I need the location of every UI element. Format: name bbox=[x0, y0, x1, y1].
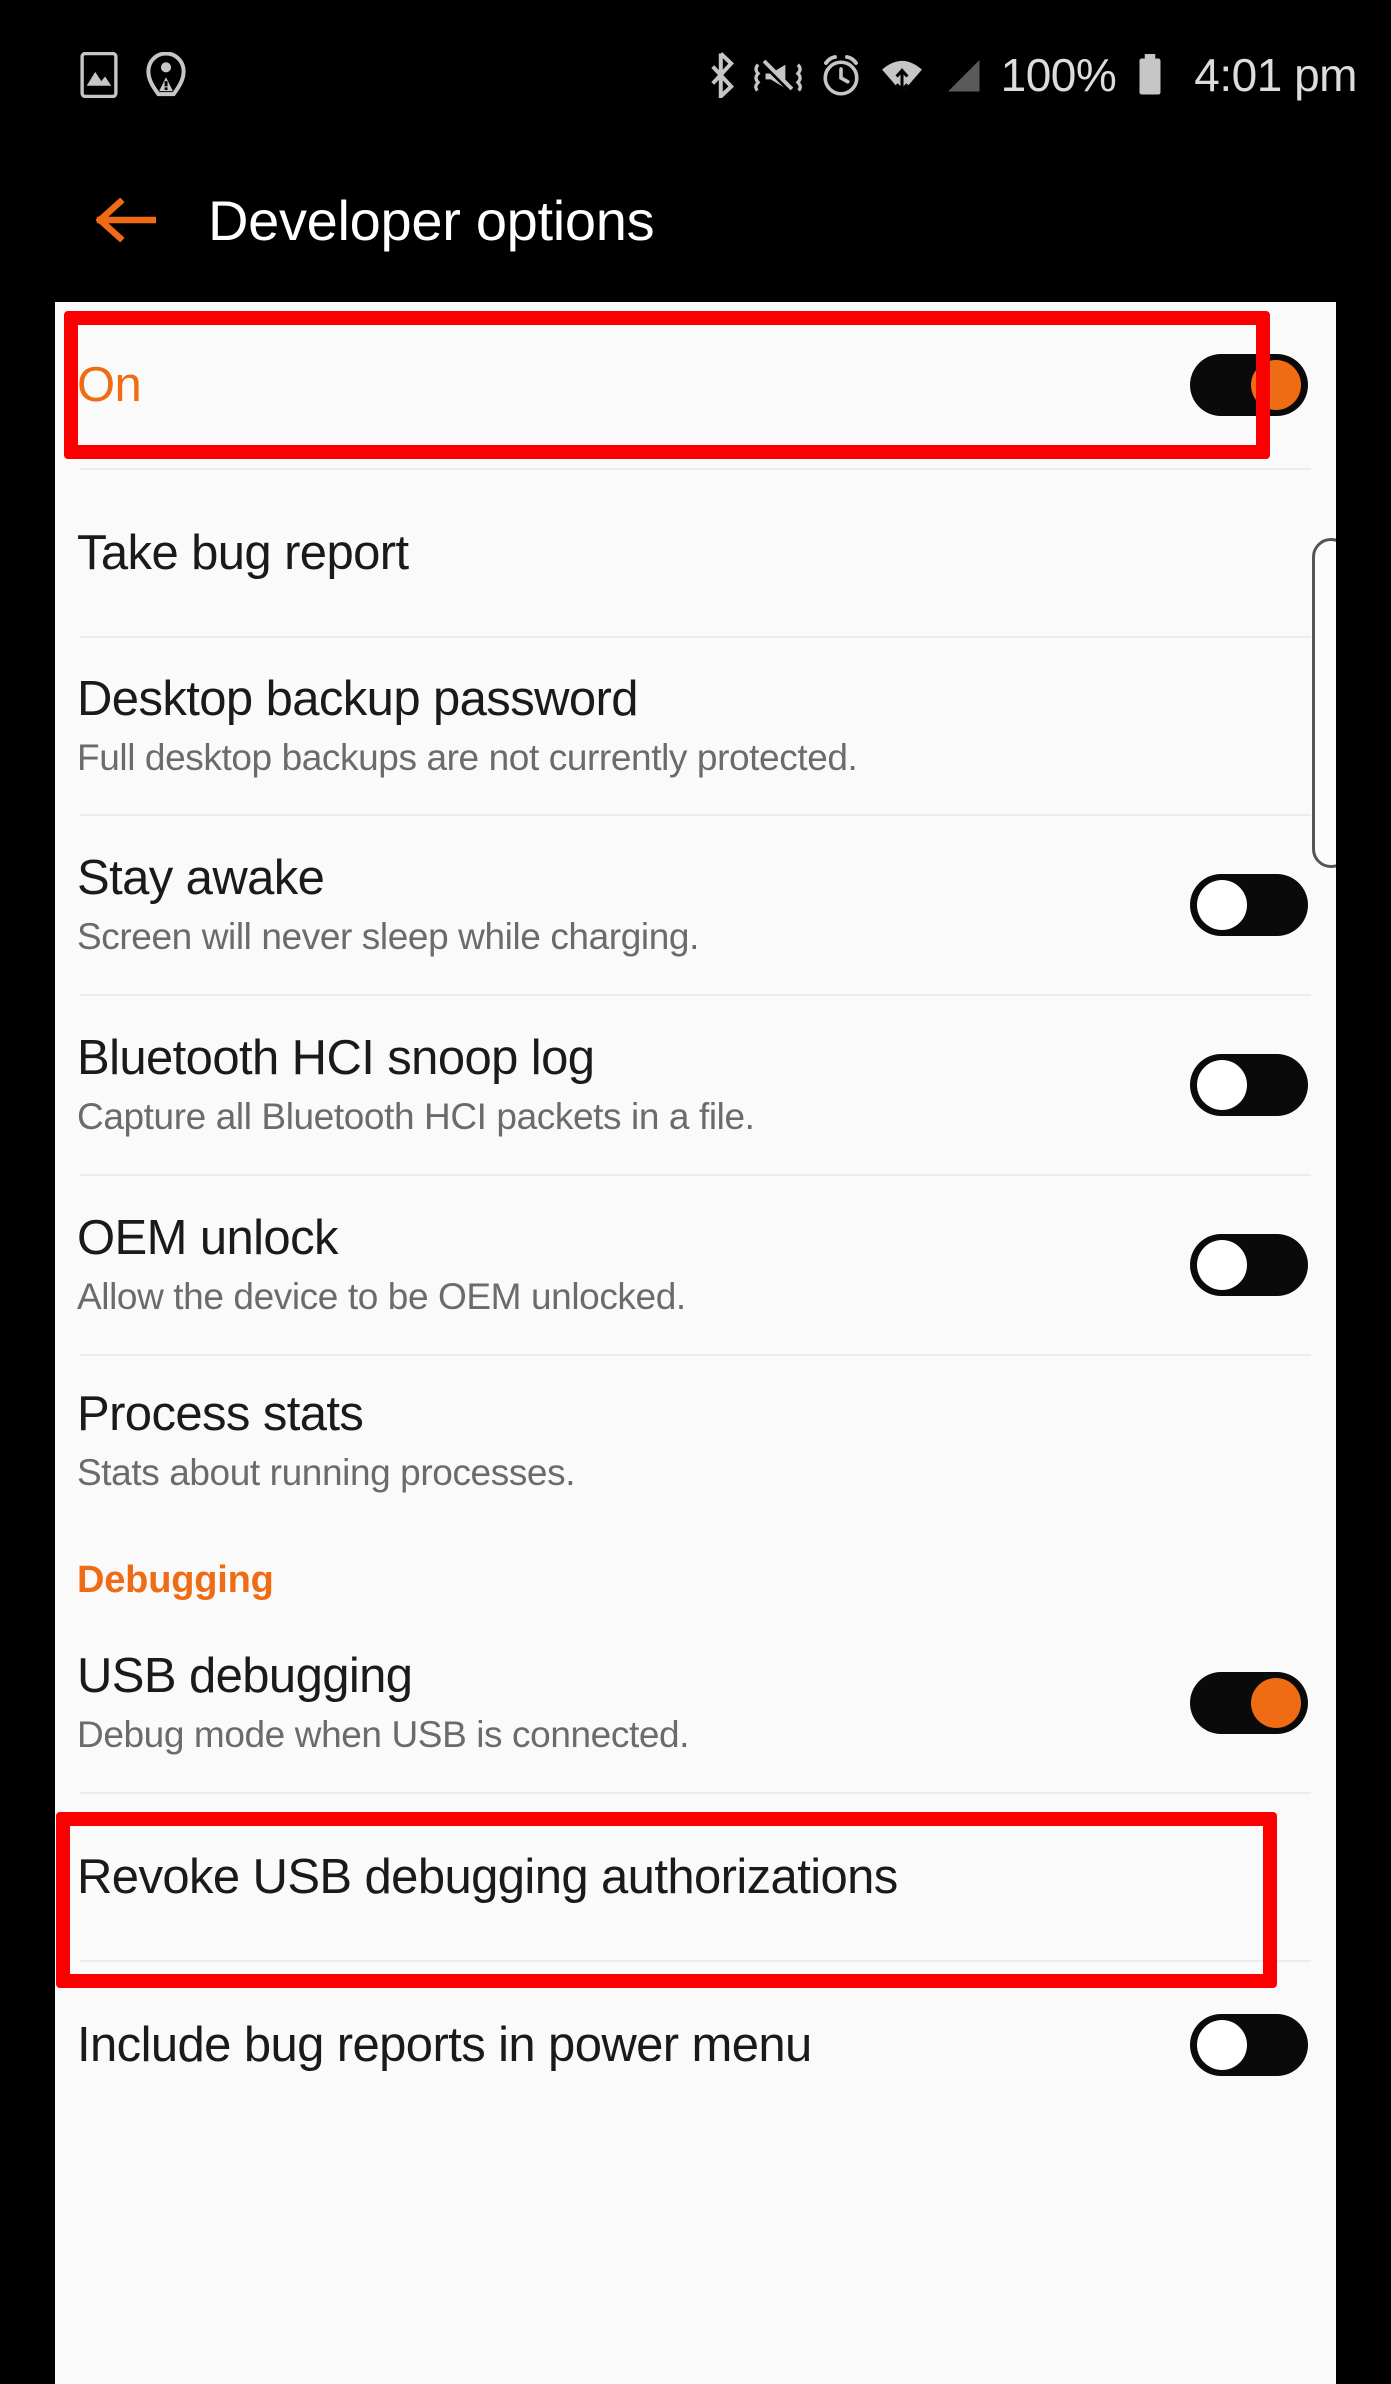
row-title: Take bug report bbox=[77, 525, 409, 580]
status-bar: 100% 4:01 pm bbox=[0, 0, 1391, 150]
row-title: Desktop backup password bbox=[77, 671, 639, 726]
status-bar-left-icons bbox=[80, 52, 186, 98]
row-text-block: Take bug report bbox=[77, 526, 1308, 581]
toggle-knob bbox=[1197, 2020, 1247, 2070]
back-arrow-icon[interactable] bbox=[96, 198, 156, 242]
row-title: Include bug reports in power menu bbox=[77, 2017, 812, 2072]
action-bar: Developer options bbox=[0, 150, 1391, 290]
row-summary: Stats about running processes. bbox=[77, 1451, 576, 1493]
list-item-bluetooth-hci-snoop-log[interactable]: Bluetooth HCI snoop log Capture all Blue… bbox=[55, 996, 1336, 1174]
toggle-oem-unlock[interactable] bbox=[1190, 1234, 1308, 1296]
battery-full-icon bbox=[1135, 52, 1165, 98]
toggle-knob bbox=[1251, 360, 1301, 410]
phone-screen: 100% 4:01 pm Developer options On Take b… bbox=[0, 0, 1391, 2384]
list-item-usb-debugging[interactable]: USB debugging Debug mode when USB is con… bbox=[55, 1614, 1336, 1792]
row-title: Revoke USB debugging authorizations bbox=[77, 1849, 898, 1904]
list-item-take-bug-report[interactable]: Take bug report bbox=[55, 470, 1336, 636]
row-text-block: Desktop backup password Full desktop bac… bbox=[77, 672, 1308, 780]
toggle-stay-awake[interactable] bbox=[1190, 874, 1308, 936]
row-text-block: OEM unlock Allow the device to be OEM un… bbox=[77, 1211, 1166, 1319]
toggle-bluetooth-hci-snoop-log[interactable] bbox=[1190, 1054, 1308, 1116]
nfc-tag-icon bbox=[146, 52, 186, 98]
signal-icon bbox=[942, 52, 984, 98]
row-text-block: Bluetooth HCI snoop log Capture all Blue… bbox=[77, 1031, 1166, 1139]
settings-list[interactable]: On Take bug report Desktop backup passwo… bbox=[55, 302, 1336, 2384]
list-item-include-bug-reports-in-power-menu[interactable]: Include bug reports in power menu bbox=[55, 1962, 1336, 2128]
row-text-block: Process stats Stats about running proces… bbox=[77, 1387, 1308, 1495]
row-summary: Screen will never sleep while charging. bbox=[77, 915, 699, 957]
toggle-developer-options[interactable] bbox=[1190, 354, 1308, 416]
toggle-knob bbox=[1197, 1060, 1247, 1110]
list-item-stay-awake[interactable]: Stay awake Screen will never sleep while… bbox=[55, 816, 1336, 994]
list-item-desktop-backup-password[interactable]: Desktop backup password Full desktop bac… bbox=[55, 638, 1336, 814]
row-title: USB debugging bbox=[77, 1648, 413, 1703]
row-title: Bluetooth HCI snoop log bbox=[77, 1030, 595, 1085]
toggle-include-bug-reports[interactable] bbox=[1190, 2014, 1308, 2076]
bluetooth-icon bbox=[708, 52, 736, 98]
row-title: Stay awake bbox=[77, 850, 325, 905]
list-item-process-stats[interactable]: Process stats Stats about running proces… bbox=[55, 1356, 1336, 1526]
row-summary: Full desktop backups are not currently p… bbox=[77, 736, 858, 778]
section-header-label: Debugging bbox=[77, 1559, 274, 1601]
battery-percent-label: 100% bbox=[1000, 49, 1117, 101]
list-item-developer-options-master[interactable]: On bbox=[55, 302, 1336, 468]
row-text-block: On bbox=[77, 358, 1166, 413]
row-title: Process stats bbox=[77, 1386, 364, 1441]
row-text-block: Include bug reports in power menu bbox=[77, 2018, 1166, 2073]
photo-icon bbox=[80, 52, 118, 98]
row-text-block: USB debugging Debug mode when USB is con… bbox=[77, 1649, 1166, 1757]
row-summary: Capture all Bluetooth HCI packets in a f… bbox=[77, 1095, 755, 1137]
row-text-block: Stay awake Screen will never sleep while… bbox=[77, 851, 1166, 959]
status-bar-right-icons: 100% 4:01 pm bbox=[708, 48, 1357, 102]
alarm-icon bbox=[820, 52, 862, 98]
list-item-revoke-usb-debugging-authorizations[interactable]: Revoke USB debugging authorizations bbox=[55, 1794, 1336, 1960]
row-text-block: Revoke USB debugging authorizations bbox=[77, 1850, 1308, 1905]
row-title: On bbox=[77, 357, 142, 412]
toggle-knob bbox=[1197, 1240, 1247, 1290]
clock-label: 4:01 pm bbox=[1194, 49, 1357, 101]
mute-vibrate-icon bbox=[753, 52, 803, 98]
row-title: OEM unlock bbox=[77, 1210, 338, 1265]
toggle-usb-debugging[interactable] bbox=[1190, 1672, 1308, 1734]
section-header-debugging: Debugging bbox=[55, 1526, 1336, 1614]
row-summary: Debug mode when USB is connected. bbox=[77, 1713, 690, 1755]
toggle-knob bbox=[1197, 880, 1247, 930]
row-summary: Allow the device to be OEM unlocked. bbox=[77, 1275, 686, 1317]
toggle-knob bbox=[1251, 1678, 1301, 1728]
list-item-oem-unlock[interactable]: OEM unlock Allow the device to be OEM un… bbox=[55, 1176, 1336, 1354]
wifi-icon bbox=[879, 52, 925, 98]
page-title: Developer options bbox=[208, 188, 655, 252]
